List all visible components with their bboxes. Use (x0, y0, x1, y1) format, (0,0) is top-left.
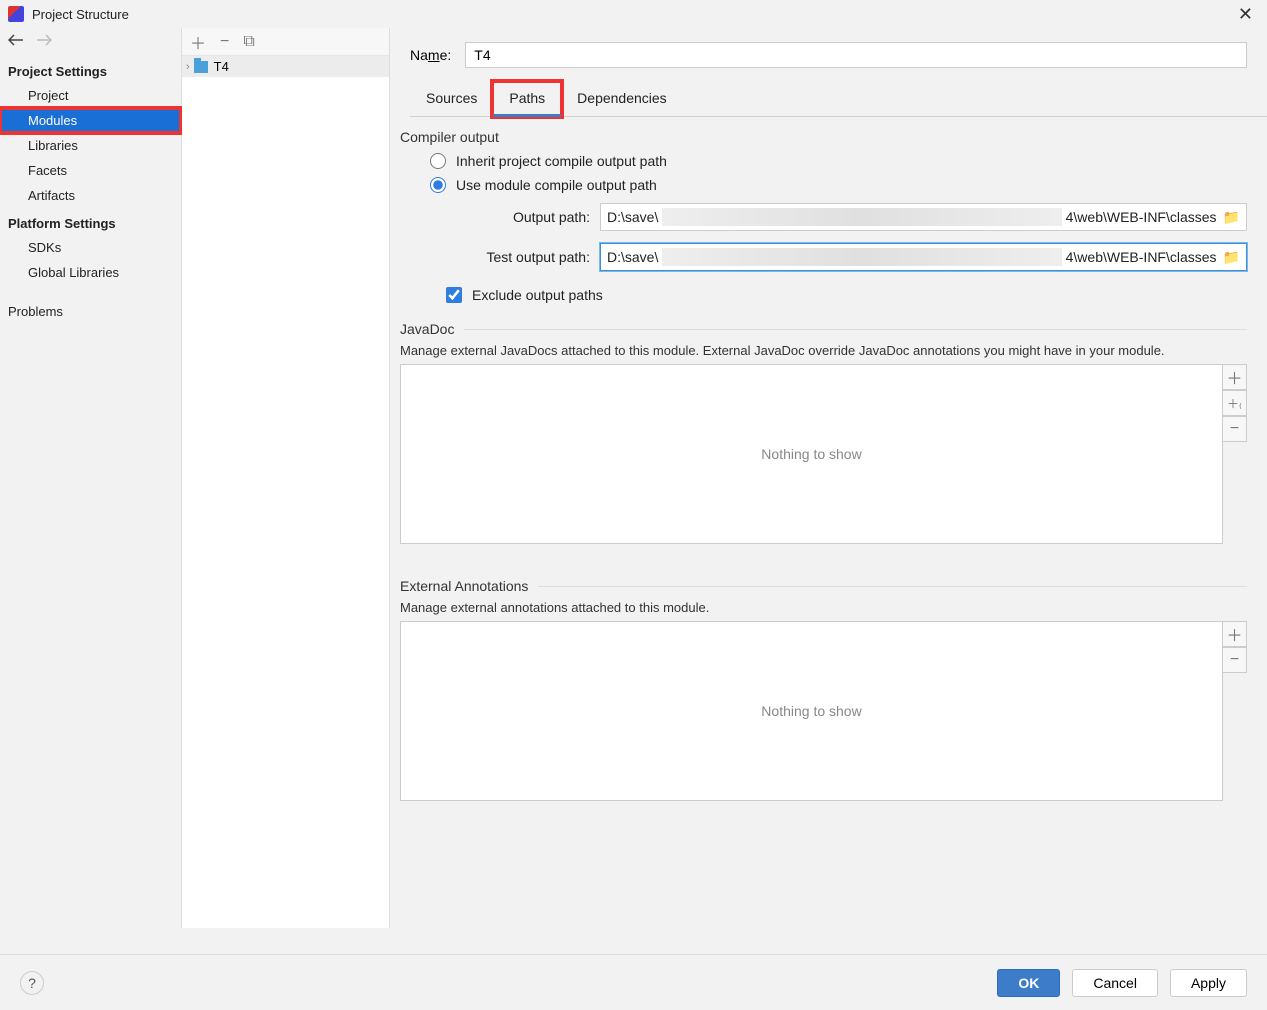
app-icon (8, 6, 24, 22)
chevron-right-icon: › (186, 61, 190, 73)
dialog-footer: ? OK Cancel Apply (0, 954, 1267, 1010)
sidebar-item-sdks[interactable]: SDKs (0, 235, 181, 260)
sidebar-item-facets[interactable]: Facets (0, 158, 181, 183)
compiler-output-title: Compiler output (390, 117, 1267, 149)
sidebar-item-global-libraries[interactable]: Global Libraries (0, 260, 181, 285)
tab-dependencies[interactable]: Dependencies (561, 82, 683, 116)
back-icon[interactable] (8, 33, 24, 51)
empty-label: Nothing to show (761, 446, 861, 462)
sidebar-item-libraries[interactable]: Libraries (0, 133, 181, 158)
main-panel: Name: Sources Paths Dependencies Compile… (390, 28, 1267, 928)
usemodule-label: Use module compile output path (456, 177, 657, 193)
close-icon[interactable]: ✕ (1232, 2, 1259, 27)
remove-icon[interactable]: − (1223, 416, 1247, 442)
output-path-label: Output path: (430, 209, 590, 225)
javadoc-list: Nothing to show (400, 364, 1223, 544)
redacted-segment (662, 248, 1061, 266)
name-label: Name: (410, 47, 451, 63)
tree-module-label: T4 (214, 59, 229, 74)
module-name-input[interactable] (465, 42, 1247, 68)
sidebar-nav (0, 28, 181, 56)
browse-icon[interactable]: 📁 (1223, 249, 1240, 266)
browse-icon[interactable]: 📁 (1223, 209, 1240, 226)
test-output-path-label: Test output path: (430, 249, 590, 265)
section-platform-settings: Platform Settings (0, 208, 181, 235)
add-icon[interactable]: ＋ (190, 30, 206, 54)
ok-button[interactable]: OK (997, 969, 1060, 997)
extann-title: External Annotations (400, 578, 528, 594)
inherit-radio[interactable] (430, 153, 446, 169)
add-icon[interactable]: ＋ (1223, 621, 1247, 647)
add-url-icon[interactable]: ＋₍ (1223, 390, 1247, 416)
section-project-settings: Project Settings (0, 56, 181, 83)
divider (538, 586, 1247, 587)
sidebar-item-problems[interactable]: Problems (0, 299, 181, 324)
add-icon[interactable]: ＋ (1223, 364, 1247, 390)
remove-icon[interactable]: − (1223, 647, 1247, 673)
remove-icon[interactable]: − (220, 33, 229, 51)
window-title: Project Structure (32, 7, 1232, 22)
extann-desc: Manage external annotations attached to … (390, 596, 1267, 621)
tree-toolbar: ＋ − ⧉ (182, 28, 389, 56)
tree-row-module[interactable]: › T4 (182, 56, 389, 77)
help-icon[interactable]: ? (20, 971, 44, 995)
sidebar-item-project[interactable]: Project (0, 83, 181, 108)
title-bar: Project Structure ✕ (0, 0, 1267, 28)
divider (464, 329, 1247, 330)
apply-button[interactable]: Apply (1170, 969, 1247, 997)
forward-icon[interactable] (36, 33, 52, 51)
tab-sources[interactable]: Sources (410, 82, 493, 116)
copy-icon[interactable]: ⧉ (243, 33, 254, 51)
test-output-path-input[interactable]: D:\save\ 4\web\WEB-INF\classes 📁 (600, 243, 1247, 271)
javadoc-title: JavaDoc (400, 321, 454, 337)
tab-paths[interactable]: Paths (493, 82, 561, 116)
module-icon (194, 61, 208, 73)
sidebar-item-artifacts[interactable]: Artifacts (0, 183, 181, 208)
module-tabs: Sources Paths Dependencies (410, 82, 1267, 117)
exclude-checkbox[interactable] (446, 287, 462, 303)
output-path-input[interactable]: D:\save\ 4\web\WEB-INF\classes 📁 (600, 203, 1247, 231)
redacted-segment (662, 208, 1061, 226)
sidebar-item-modules[interactable]: Modules (0, 108, 181, 133)
cancel-button[interactable]: Cancel (1072, 969, 1158, 997)
extann-list: Nothing to show (400, 621, 1223, 801)
exclude-label: Exclude output paths (472, 287, 603, 303)
settings-sidebar: Project Settings Project Modules Librari… (0, 28, 182, 928)
usemodule-radio[interactable] (430, 177, 446, 193)
module-tree: ＋ − ⧉ › T4 (182, 28, 390, 928)
inherit-label: Inherit project compile output path (456, 153, 667, 169)
javadoc-desc: Manage external JavaDocs attached to thi… (390, 339, 1267, 364)
empty-label: Nothing to show (761, 703, 861, 719)
